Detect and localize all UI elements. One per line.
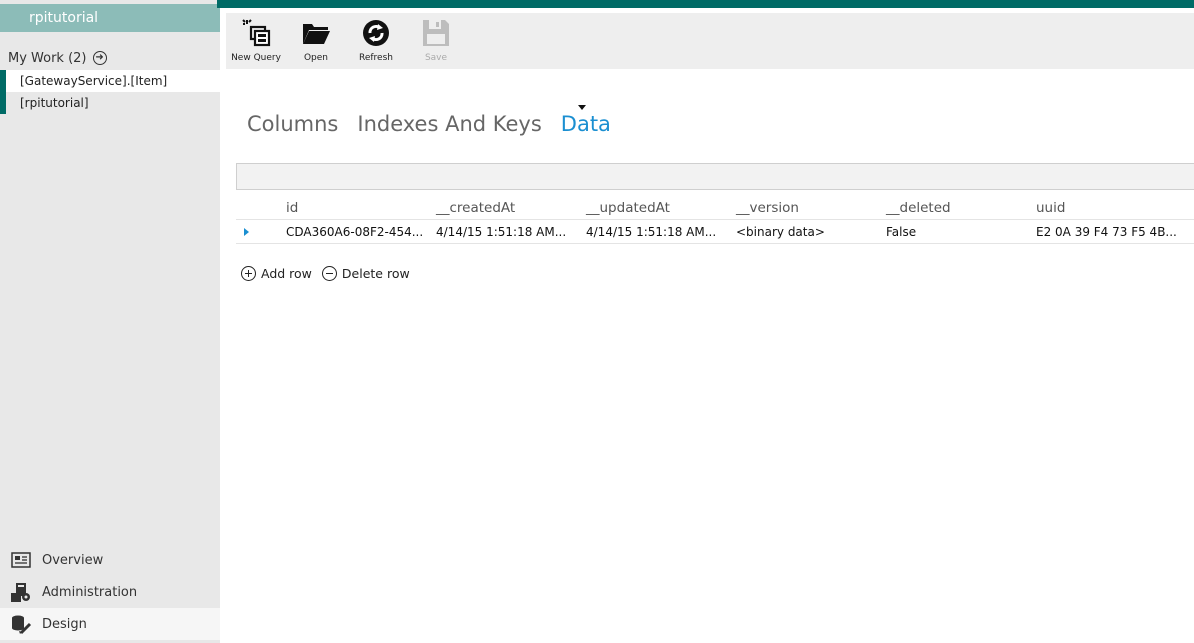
folder-open-icon bbox=[301, 17, 331, 49]
design-icon bbox=[10, 613, 32, 635]
refresh-label: Refresh bbox=[359, 53, 393, 63]
caret-down-icon bbox=[577, 105, 586, 110]
nav-item-design[interactable]: Design bbox=[0, 608, 220, 640]
sidebar-title[interactable]: rpitutorial bbox=[0, 4, 220, 32]
add-circle-icon bbox=[241, 266, 256, 281]
column-header-version[interactable]: __version bbox=[736, 200, 882, 216]
new-query-button[interactable]: New Query bbox=[230, 13, 282, 69]
nav-item-label: Overview bbox=[42, 552, 104, 568]
column-header-deleted[interactable]: __deleted bbox=[886, 200, 1032, 216]
open-label: Open bbox=[303, 53, 329, 63]
toolbar: New Query Open Refresh Save bbox=[226, 13, 1194, 69]
work-item-gateway-item[interactable]: [GatewayService].[Item] bbox=[0, 70, 220, 92]
top-accent-bar bbox=[217, 0, 1194, 8]
tab-columns[interactable]: Columns bbox=[247, 112, 338, 136]
tab-data-label: Data bbox=[560, 112, 611, 136]
cell-id[interactable]: CDA360A6-08F2-454... bbox=[286, 225, 432, 239]
tab-data[interactable]: Data bbox=[560, 105, 611, 136]
add-row-button[interactable]: Add row bbox=[241, 266, 312, 281]
save-icon bbox=[421, 17, 451, 49]
column-header-id[interactable]: id bbox=[286, 200, 432, 216]
refresh-icon bbox=[361, 17, 391, 49]
administration-icon bbox=[10, 581, 32, 603]
work-item-rpitutorial[interactable]: [rpitutorial] bbox=[0, 92, 220, 114]
save-button[interactable]: Save bbox=[416, 13, 456, 69]
nav-item-label: Design bbox=[42, 616, 87, 632]
refresh-button[interactable]: Refresh bbox=[356, 13, 396, 69]
column-header-uuid[interactable]: uuid bbox=[1036, 200, 1182, 216]
arrow-right-icon[interactable]: ➜ bbox=[92, 51, 107, 65]
data-grid: id __createdAt __updatedAt __version __d… bbox=[236, 198, 1194, 244]
cell-createdat[interactable]: 4/14/15 1:51:18 AM... bbox=[436, 225, 582, 239]
add-row-label: Add row bbox=[261, 266, 312, 281]
my-work-label: My Work (2) bbox=[8, 50, 87, 66]
delete-row-label: Delete row bbox=[341, 266, 410, 281]
column-header-createdat[interactable]: __createdAt bbox=[436, 200, 582, 216]
open-button[interactable]: Open bbox=[296, 13, 336, 69]
row-actions: Add row Delete row bbox=[241, 266, 410, 281]
nav-item-label: Administration bbox=[42, 584, 138, 600]
remove-circle-icon bbox=[321, 266, 337, 281]
tab-indexes-and-keys[interactable]: Indexes And Keys bbox=[357, 112, 541, 136]
designer-tabs: Columns Indexes And Keys Data bbox=[247, 105, 611, 136]
new-query-icon bbox=[241, 17, 271, 49]
nav-item-overview[interactable]: Overview bbox=[0, 544, 220, 576]
row-selector-icon[interactable] bbox=[244, 228, 249, 236]
sidebar: rpitutorial My Work (2) ➜ [GatewayServic… bbox=[0, 0, 220, 643]
nav-item-administration[interactable]: Administration bbox=[0, 576, 220, 608]
delete-row-button[interactable]: Delete row bbox=[321, 266, 410, 281]
grid-header: id __createdAt __updatedAt __version __d… bbox=[236, 198, 1194, 220]
my-work-link[interactable]: My Work (2) ➜ bbox=[8, 48, 107, 68]
cell-uuid[interactable]: E2 0A 39 F4 73 F5 4B... bbox=[1036, 225, 1182, 239]
overview-icon bbox=[10, 549, 32, 571]
cell-updatedat[interactable]: 4/14/15 1:51:18 AM... bbox=[586, 225, 732, 239]
cell-deleted[interactable]: False bbox=[886, 225, 1032, 239]
column-header-updatedat[interactable]: __updatedAt bbox=[586, 200, 732, 216]
table-row[interactable]: CDA360A6-08F2-454... 4/14/15 1:51:18 AM.… bbox=[236, 220, 1194, 244]
filter-input[interactable] bbox=[236, 163, 1194, 190]
new-query-label: New Query bbox=[231, 53, 281, 63]
save-label: Save bbox=[424, 53, 448, 63]
cell-version[interactable]: <binary data> bbox=[736, 225, 882, 239]
